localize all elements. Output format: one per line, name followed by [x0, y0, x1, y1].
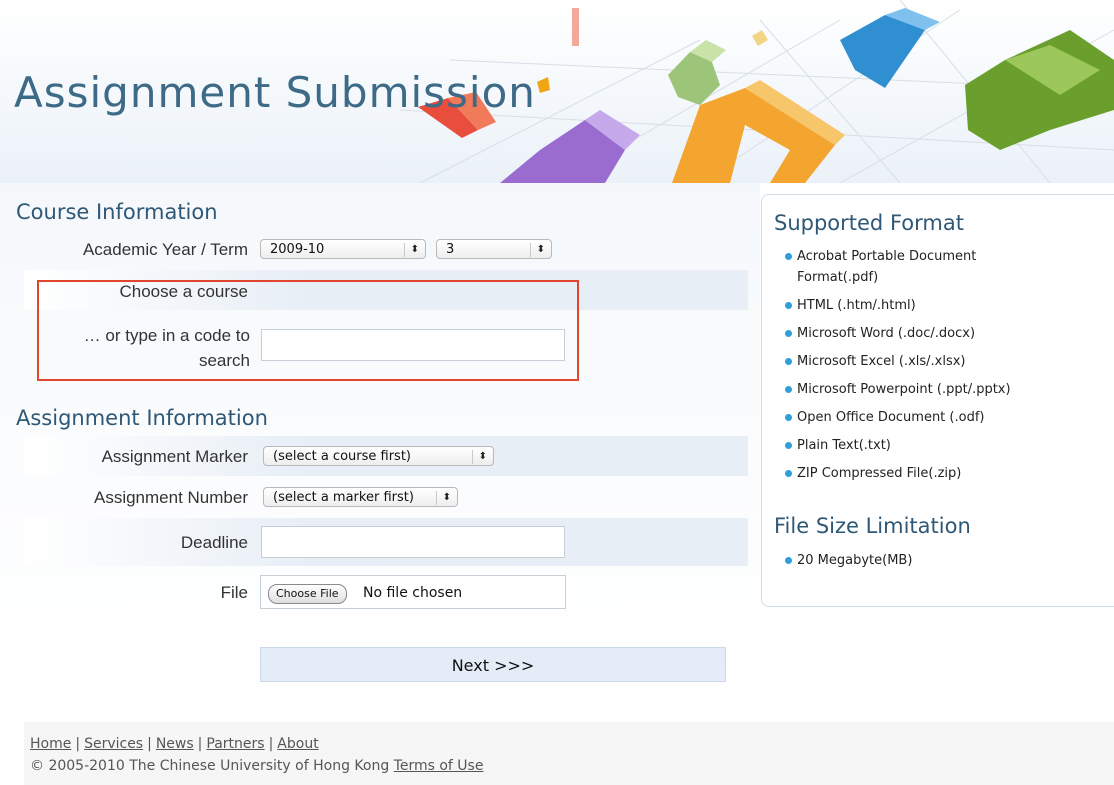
- marker-select-value: (select a course first): [273, 449, 411, 464]
- footer: Home | Services | News | Partners | About © 2005…: [24, 722, 1114, 785]
- bullet-icon: [785, 470, 792, 477]
- footer-separator: |: [268, 736, 274, 752]
- assignment-info-heading: Assignment Information: [16, 406, 268, 430]
- bullet-icon: [785, 414, 792, 421]
- footer-links: Home | Services | News | Partners | About: [30, 736, 319, 752]
- assignment-number-label: Assignment Number: [93, 488, 248, 507]
- footer-separator: |: [197, 736, 203, 752]
- footer-copyright: © 2005-2010 The Chinese University of Ho…: [30, 758, 483, 774]
- year-select[interactable]: 2009-10 ⬍: [260, 239, 426, 259]
- bullet-icon: [785, 330, 792, 337]
- updown-arrows-icon: ⬍: [478, 451, 487, 462]
- bullet-icon: [785, 253, 792, 260]
- footer-link-services[interactable]: Services: [84, 736, 143, 752]
- info-sidebar: Supported Format Acrobat Portable Docume…: [761, 194, 1114, 607]
- bullet-icon: [785, 386, 792, 393]
- file-status: No file chosen: [363, 585, 463, 601]
- bullet-icon: [785, 358, 792, 365]
- updown-arrows-icon: ⬍: [536, 244, 545, 255]
- format-item: ZIP Compressed File(.zip): [772, 463, 1047, 484]
- bullet-icon: [785, 302, 792, 309]
- footer-link-home[interactable]: Home: [30, 736, 71, 752]
- format-item: Microsoft Powerpoint (.ppt/.pptx): [772, 379, 1047, 400]
- deadline-label: Deadline: [180, 533, 248, 552]
- size-list: 20 Megabyte(MB): [772, 550, 1047, 578]
- header-banner: Assignment Submission: [0, 0, 1114, 183]
- year-select-value: 2009-10: [270, 242, 325, 257]
- footer-link-partners[interactable]: Partners: [206, 736, 264, 752]
- course-info-heading: Course Information: [16, 200, 218, 224]
- format-item: Microsoft Excel (.xls/.xlsx): [772, 351, 1047, 372]
- assignment-marker-label: Assignment Marker: [101, 447, 248, 466]
- number-select-value: (select a marker first): [273, 490, 414, 505]
- highlight-annotation: [37, 280, 579, 381]
- copyright-text: © 2005-2010 The Chinese University of Ho…: [30, 758, 390, 774]
- file-size-heading: File Size Limitation: [774, 514, 971, 538]
- deadline-input[interactable]: [261, 526, 565, 558]
- assignment-marker-select[interactable]: (select a course first) ⬍: [263, 446, 494, 466]
- page-title: Assignment Submission: [14, 68, 536, 117]
- select-divider: [472, 450, 473, 464]
- footer-link-news[interactable]: News: [156, 736, 194, 752]
- format-item: Open Office Document (.odf): [772, 407, 1047, 428]
- assignment-number-select[interactable]: (select a marker first) ⬍: [263, 487, 458, 507]
- select-divider: [404, 243, 405, 257]
- select-divider: [436, 491, 437, 505]
- terms-of-use-link[interactable]: Terms of Use: [394, 758, 484, 774]
- format-item: Plain Text(.txt): [772, 435, 1047, 456]
- select-divider: [530, 243, 531, 257]
- next-button[interactable]: Next >>>: [260, 647, 726, 682]
- footer-separator: |: [75, 736, 81, 752]
- term-select[interactable]: 3 ⬍: [436, 239, 552, 259]
- choose-file-button[interactable]: Choose File: [268, 584, 347, 604]
- file-input: Choose File No file chosen: [260, 575, 566, 609]
- format-item: Microsoft Word (.doc/.docx): [772, 323, 1047, 344]
- bullet-icon: [785, 442, 792, 449]
- format-list: Acrobat Portable Document Format(.pdf) H…: [772, 246, 1047, 491]
- size-item: 20 Megabyte(MB): [772, 550, 1047, 571]
- updown-arrows-icon: ⬍: [410, 244, 419, 255]
- updown-arrows-icon: ⬍: [442, 492, 451, 503]
- footer-link-about[interactable]: About: [277, 736, 318, 752]
- file-label: File: [220, 583, 248, 602]
- supported-format-heading: Supported Format: [774, 211, 964, 235]
- format-item: HTML (.htm/.html): [772, 295, 1047, 316]
- bullet-icon: [785, 557, 792, 564]
- year-term-label: Academic Year / Term: [82, 240, 248, 259]
- format-item: Acrobat Portable Document Format(.pdf): [772, 246, 1047, 288]
- term-select-value: 3: [446, 242, 455, 257]
- footer-separator: |: [147, 736, 152, 752]
